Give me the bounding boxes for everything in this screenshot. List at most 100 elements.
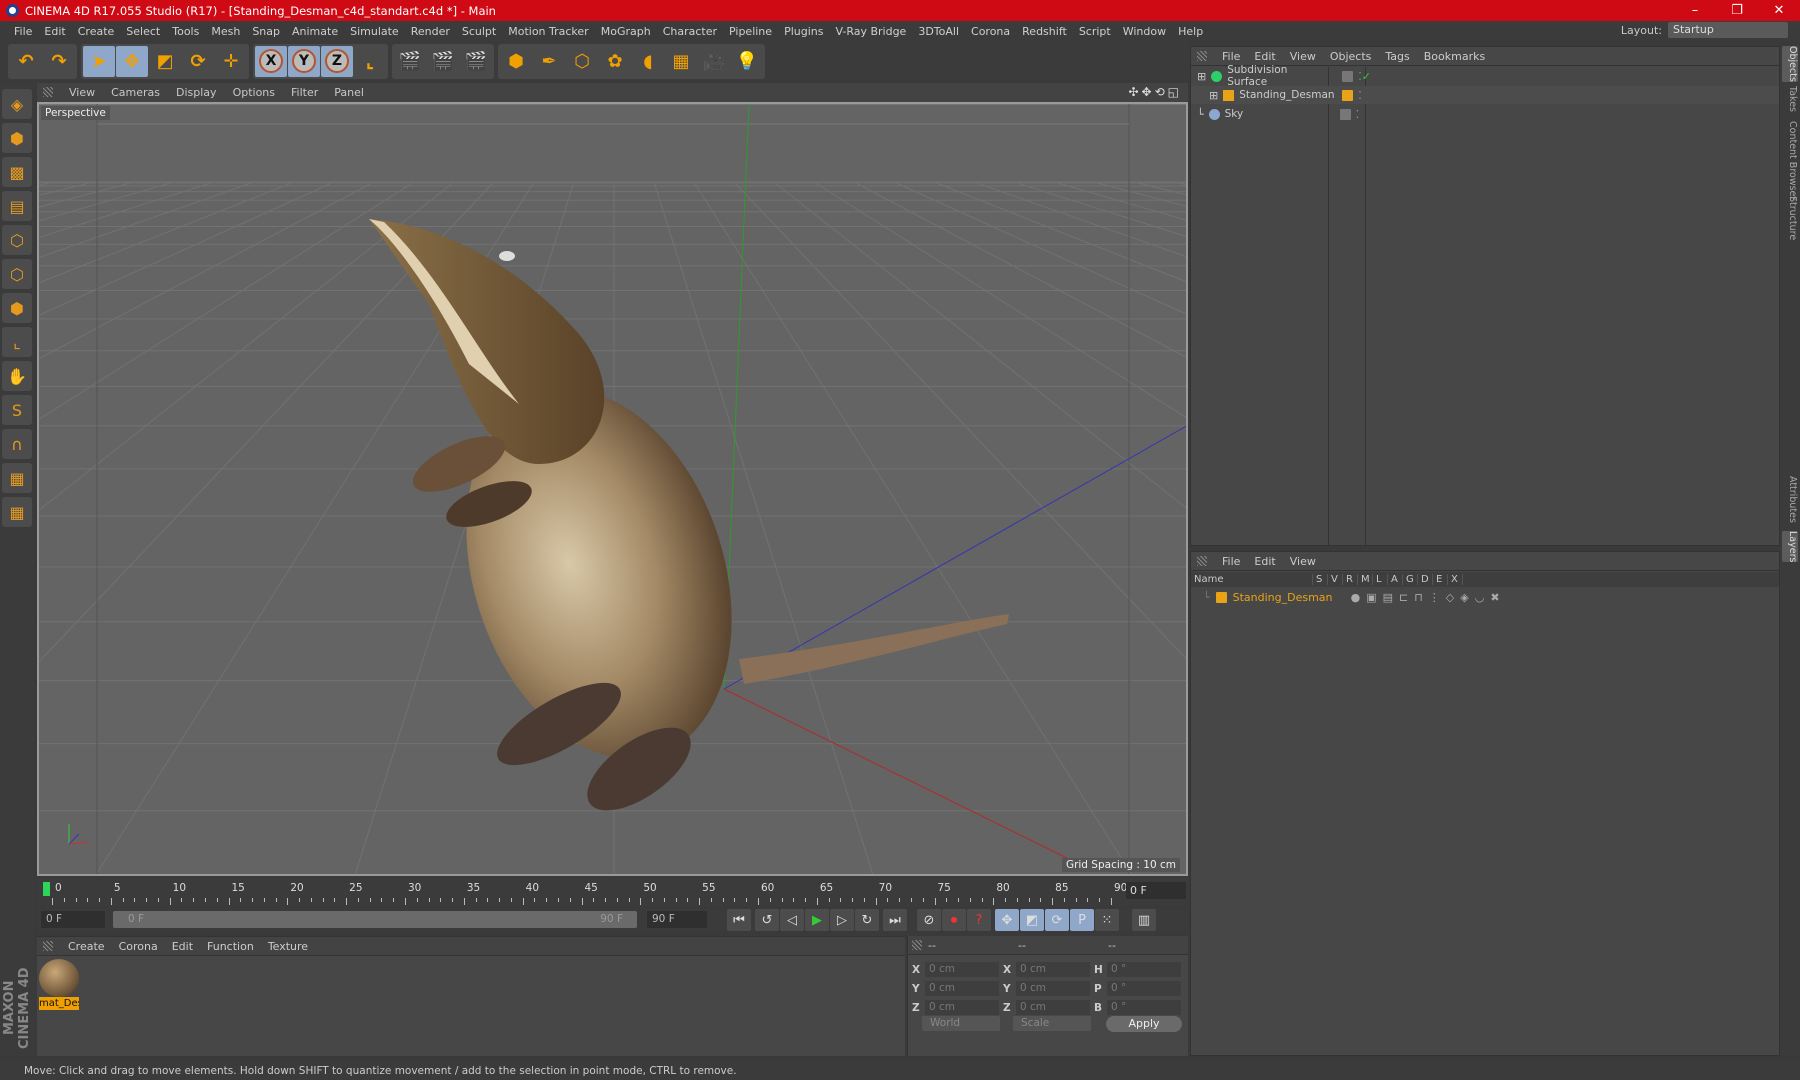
layer-column-s[interactable]: S (1313, 574, 1328, 585)
move-button[interactable]: ✥ (116, 45, 148, 77)
panel-grip-icon[interactable] (43, 941, 53, 951)
object-row[interactable]: ⊞ Subdivision Surface ⁚✓ (1191, 64, 1779, 88)
menu-3dtoall[interactable]: 3DToAll (912, 25, 965, 38)
tab-structure[interactable]: Structure (1782, 196, 1798, 240)
goto-start-button[interactable]: ⏮ (727, 909, 751, 931)
record-button[interactable]: ⏺ (942, 909, 966, 931)
frame-range-slider[interactable]: 0 F 90 F (113, 911, 637, 928)
menu-panel[interactable]: Panel (326, 86, 372, 99)
menu-plugins[interactable]: Plugins (778, 25, 829, 38)
goto-end-button[interactable]: ⏭ (883, 909, 907, 931)
key-rotate-button[interactable]: ⟳ (1045, 909, 1069, 931)
layer-column-m[interactable]: M (1358, 574, 1373, 585)
array-button[interactable]: ✿ (599, 46, 631, 77)
key-scale-button[interactable]: ◩ (1020, 909, 1044, 931)
object-tag-swatch[interactable] (1342, 89, 1354, 101)
menu-render[interactable]: Render (405, 25, 456, 38)
menu-simulate[interactable]: Simulate (344, 25, 405, 38)
timeline-ruler[interactable]: 0 5 10 15 20 25 30 35 40 45 50 55 60 65 70 75 80 85 90 0 F (37, 878, 1188, 906)
menu-edit[interactable]: Edit (165, 940, 200, 953)
menu-function[interactable]: Function (200, 940, 261, 953)
polygons-mode-button[interactable]: ⬢ (2, 293, 32, 323)
render-view-button[interactable]: 🎬 (394, 46, 426, 77)
menu-texture[interactable]: Texture (261, 940, 315, 953)
end-frame-field[interactable]: 90 F (647, 911, 707, 928)
menu-window[interactable]: Window (1117, 25, 1172, 38)
menu-view[interactable]: View (1283, 555, 1323, 568)
workplane-button[interactable]: ▤ (2, 191, 32, 221)
lock-workplane-button[interactable]: ▦ (2, 463, 32, 493)
layer-column-g[interactable]: G (1403, 574, 1418, 585)
x-axis-button[interactable]: X (255, 45, 287, 77)
prev-key-button[interactable]: ↺ (755, 909, 779, 931)
close-button[interactable]: ✕ (1758, 0, 1800, 21)
object-name[interactable]: Standing_Desman (1239, 89, 1334, 101)
menu-pipeline[interactable]: Pipeline (723, 25, 778, 38)
planar-workplane-button[interactable]: ▦ (2, 497, 32, 527)
object-tag-swatch[interactable] (1339, 108, 1351, 120)
layer-column-a[interactable]: A (1388, 574, 1403, 585)
render-settings-button[interactable]: 🎬 (460, 46, 492, 77)
coordinate-mode-dropdown[interactable]: World (922, 1016, 1000, 1031)
object-row[interactable]: └ Sky ⁚ (1191, 105, 1779, 123)
menu-bookmarks[interactable]: Bookmarks (1417, 50, 1492, 63)
snap-button[interactable]: S (2, 395, 32, 425)
coordinate-field[interactable]: 0 cm (925, 962, 999, 977)
menu-file[interactable]: File (8, 25, 38, 38)
coordinate-field[interactable]: 0 ° (1107, 981, 1181, 996)
axis-mode-button[interactable]: ⌞ (2, 327, 32, 357)
prev-frame-button[interactable]: ◁ (780, 909, 804, 931)
menu-view[interactable]: View (61, 86, 103, 99)
live-move-button[interactable]: ✛ (215, 46, 247, 77)
minimize-button[interactable]: – (1674, 0, 1716, 21)
coordinate-field[interactable]: 0 ° (1107, 962, 1181, 977)
select-arrow-button[interactable]: ➤ (83, 45, 115, 77)
panel-grip-icon[interactable] (912, 940, 922, 950)
layer-column-v[interactable]: V (1328, 574, 1343, 585)
coordinate-field[interactable]: 0 cm (925, 981, 999, 996)
play-button[interactable]: ▶ (805, 909, 829, 931)
tab-takes[interactable]: Takes (1782, 86, 1798, 112)
desman-model[interactable] (369, 219, 1009, 826)
menu-corona[interactable]: Corona (965, 25, 1016, 38)
tab-objects[interactable]: Objects (1782, 46, 1798, 82)
perspective-viewport[interactable]: Perspective Grid Spacing : 10 cm (37, 102, 1188, 876)
object-row[interactable]: ⊞ Standing_Desman ⁚ (1191, 86, 1779, 104)
viewport-navigation-icons[interactable]: ✣✥⟲◱ (1128, 85, 1182, 99)
cube-button[interactable]: ⬢ (500, 46, 532, 77)
playhead[interactable] (43, 882, 50, 896)
tab-attributes[interactable]: Attributes (1782, 476, 1798, 523)
object-tag-swatch[interactable] (1342, 70, 1354, 82)
panel-grip-icon[interactable] (43, 87, 53, 97)
layer-column-e[interactable]: E (1433, 574, 1448, 585)
menu-edit[interactable]: Edit (1247, 555, 1282, 568)
light-button[interactable]: 💡 (731, 46, 763, 77)
menu-objects[interactable]: Objects (1323, 50, 1379, 63)
z-axis-button[interactable]: Z (321, 45, 353, 77)
maximize-button[interactable]: ❐ (1716, 0, 1758, 21)
object-name[interactable]: Sky (1225, 108, 1327, 120)
layer-color-swatch[interactable] (1215, 591, 1227, 603)
menu-file[interactable]: File (1215, 555, 1247, 568)
coordinate-field[interactable]: 0 ° (1107, 1000, 1181, 1015)
menu-filter[interactable]: Filter (283, 86, 326, 99)
menu-sculpt[interactable]: Sculpt (456, 25, 502, 38)
layer-column-l[interactable]: L (1373, 574, 1388, 585)
model-mode-button[interactable]: ⬢ (2, 123, 32, 153)
visibility-dots-icon[interactable]: ⁚ (1358, 89, 1362, 102)
undo-button[interactable]: ↶ (10, 46, 42, 77)
panel-grip-icon[interactable] (1197, 51, 1207, 61)
camera-button[interactable]: 🎥 (698, 46, 730, 77)
tree-expand-icon[interactable]: └ (1197, 108, 1204, 121)
menu-help[interactable]: Help (1172, 25, 1209, 38)
menu-script[interactable]: Script (1073, 25, 1117, 38)
menu-mograph[interactable]: MoGraph (595, 25, 657, 38)
menu-edit[interactable]: Edit (1247, 50, 1282, 63)
timeline-window-button[interactable]: ▥ (1132, 909, 1156, 931)
key-param-button[interactable]: P (1070, 909, 1094, 931)
magnet-button[interactable]: ∩ (2, 429, 32, 459)
tweak-mode-button[interactable]: ✋ (2, 361, 32, 391)
tab-layers[interactable]: Layers (1782, 531, 1798, 563)
coordinate-system-button[interactable]: ⌞ (354, 46, 386, 77)
next-frame-button[interactable]: ▷ (830, 909, 854, 931)
